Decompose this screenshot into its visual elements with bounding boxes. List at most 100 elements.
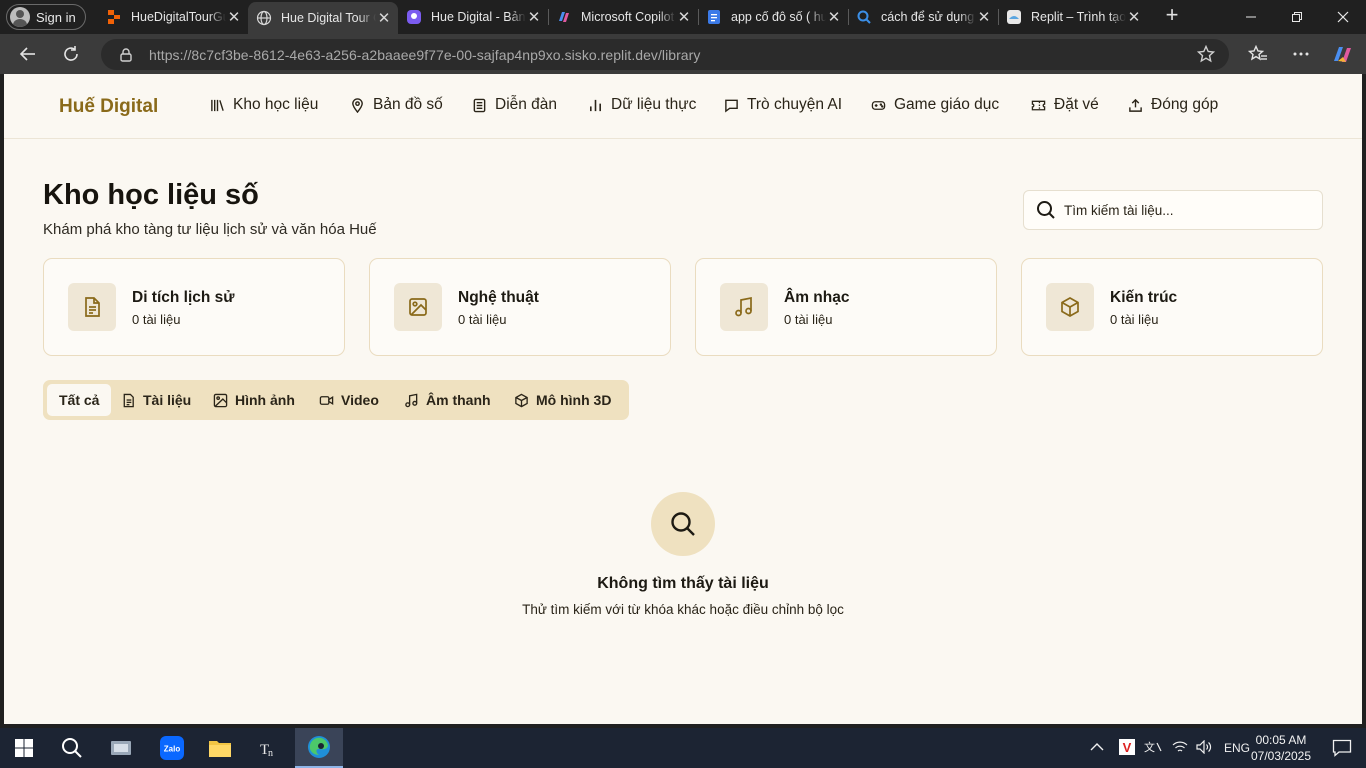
notification-center-icon[interactable] xyxy=(1318,728,1366,768)
tray-overflow-chevron-icon[interactable] xyxy=(1090,741,1104,755)
url-path: /library xyxy=(657,46,701,63)
start-button[interactable] xyxy=(0,728,48,768)
tab-title: Hue Digital - Bản đồ số xyxy=(431,10,526,24)
filter-tab-audio[interactable]: Âm thanh xyxy=(404,384,491,416)
nav-ban-do-so[interactable]: Bản đồ số xyxy=(350,96,443,114)
vietkey-icon[interactable]: V xyxy=(1118,738,1136,759)
ticket-icon xyxy=(1031,100,1046,110)
browser-tab-4[interactable]: app cố đô số ( hướng dẫn ) ✕ xyxy=(698,2,848,32)
browser-tab-6[interactable]: Replit – Trình tạo ứng dụng ✕ xyxy=(998,2,1148,32)
language-indicator[interactable]: ENG xyxy=(1224,741,1250,755)
address-bar[interactable]: https://8c7cf3be-8612-4e63-a256-a2baaee9… xyxy=(101,39,1229,70)
close-tab-icon[interactable]: ✕ xyxy=(976,8,992,26)
close-tab-icon[interactable]: ✕ xyxy=(1126,8,1142,26)
taskbar-clock[interactable]: 00:05 AM 07/03/2025 xyxy=(1250,732,1312,764)
globe-icon xyxy=(256,10,272,26)
search-input[interactable] xyxy=(1064,202,1314,218)
restore-button[interactable] xyxy=(1274,0,1320,34)
browser-tab-3[interactable]: Microsoft Copilot ✕ xyxy=(548,2,698,32)
task-view-icon[interactable] xyxy=(98,728,146,768)
category-card-nghe-thuat[interactable]: Nghệ thuật 0 tài liệu xyxy=(369,258,671,356)
back-button[interactable] xyxy=(15,42,41,66)
edge-taskbar-icon[interactable] xyxy=(295,728,343,768)
nav-dong-gop[interactable]: Đóng góp xyxy=(1128,96,1218,114)
nav-label: Kho học liệu xyxy=(233,96,319,113)
site-info-icon[interactable] xyxy=(118,47,134,63)
windows-taskbar: Zalo Tn V 文 ENG 00:05 AM 07/03/2025 xyxy=(0,728,1366,768)
filter-tab-images[interactable]: Hình ảnh xyxy=(213,384,295,416)
category-card-am-nhac[interactable]: Âm nhạc 0 tài liệu xyxy=(695,258,997,356)
image-icon xyxy=(213,393,228,407)
wifi-icon[interactable] xyxy=(1172,740,1188,757)
category-count: 0 tài liệu xyxy=(1110,312,1159,327)
close-tab-icon[interactable]: ✕ xyxy=(826,8,842,26)
copilot-sidebar-icon[interactable] xyxy=(1330,42,1356,66)
browser-tab-0[interactable]: HueDigitalTourGuide ✕ xyxy=(98,2,248,32)
nav-dien-dan[interactable]: Diễn đàn xyxy=(472,96,557,114)
zalo-app-icon[interactable]: Zalo xyxy=(148,728,196,768)
replit-orange-icon xyxy=(106,9,122,25)
nav-du-lieu-thuc[interactable]: Dữ liệu thực xyxy=(588,96,696,114)
refresh-button[interactable] xyxy=(58,42,84,66)
favorite-star-icon[interactable] xyxy=(1196,44,1216,68)
close-tab-icon[interactable]: ✕ xyxy=(376,9,392,27)
library-icon xyxy=(211,99,224,111)
upload-icon xyxy=(1129,98,1142,112)
filter-label: Tất cả xyxy=(59,392,100,408)
music-icon xyxy=(405,393,418,407)
close-tab-icon[interactable]: ✕ xyxy=(226,8,242,26)
document-icon xyxy=(68,283,116,331)
more-menu-icon[interactable] xyxy=(1288,42,1314,66)
filter-tab-video[interactable]: Video xyxy=(319,384,379,416)
category-card-kien-truc[interactable]: Kiến trúc 0 tài liệu xyxy=(1021,258,1323,356)
site-logo[interactable]: Huế Digital xyxy=(59,96,158,118)
input-method-icon[interactable]: 文 xyxy=(1144,739,1162,758)
file-explorer-icon[interactable] xyxy=(196,728,244,768)
browser-tab-5[interactable]: cách để sử dụng replit ✕ xyxy=(848,2,998,32)
tab-title: Microsoft Copilot xyxy=(581,10,675,24)
empty-state-search-icon xyxy=(651,492,715,556)
new-tab-button[interactable]: + xyxy=(1160,4,1184,28)
close-tab-icon[interactable]: ✕ xyxy=(676,8,692,26)
nav-label: Đặt vé xyxy=(1054,96,1099,113)
svg-text:V: V xyxy=(1123,740,1132,755)
minimize-button[interactable] xyxy=(1228,0,1274,34)
empty-state-subtitle: Thử tìm kiếm với từ khóa khác hoặc điều … xyxy=(522,602,844,617)
tab-title: Replit – Trình tạo ứng dụng xyxy=(1031,10,1126,24)
nav-label: Đóng góp xyxy=(1151,96,1219,113)
page-subtitle: Khám phá kho tàng tư liệu lịch sử và văn… xyxy=(43,221,377,238)
favorites-icon[interactable] xyxy=(1245,42,1271,66)
sign-in-button[interactable]: Sign in xyxy=(6,4,86,30)
media-filter-tabs: Tất cả Tài liệu Hình ảnh Video Âm thanh … xyxy=(43,380,629,420)
category-name: Nghệ thuật xyxy=(458,289,539,306)
gamepad-icon xyxy=(871,100,886,110)
close-window-button[interactable] xyxy=(1320,0,1366,34)
filter-tab-documents[interactable]: Tài liệu xyxy=(121,384,191,416)
typing-app-icon[interactable]: Tn xyxy=(244,728,292,768)
taskbar-search-icon[interactable] xyxy=(48,728,96,768)
profile-avatar-icon xyxy=(10,7,30,27)
nav-dat-ve[interactable]: Đặt vé xyxy=(1031,96,1099,114)
system-tray: V 文 ENG xyxy=(1090,728,1250,768)
filter-label: Video xyxy=(341,392,379,408)
app-purple-icon xyxy=(406,9,422,25)
nav-kho-hoc-lieu[interactable]: Kho học liệu xyxy=(210,96,318,114)
filter-tab-all[interactable]: Tất cả xyxy=(47,384,112,416)
browser-tab-2[interactable]: Hue Digital - Bản đồ số ✕ xyxy=(398,2,548,32)
close-tab-icon[interactable]: ✕ xyxy=(526,8,542,26)
nav-game-giao-duc[interactable]: Game giáo dục xyxy=(871,96,999,114)
volume-icon[interactable] xyxy=(1196,739,1212,757)
browser-tab-1[interactable]: Hue Digital Tour Guide ✕ xyxy=(248,2,398,34)
category-card-di-tich[interactable]: Di tích lịch sử 0 tài liệu xyxy=(43,258,345,356)
cube-icon xyxy=(515,393,528,407)
image-icon xyxy=(394,283,442,331)
tab-title: Hue Digital Tour Guide xyxy=(281,11,376,25)
library-search xyxy=(1023,190,1323,230)
empty-state-title: Không tìm thấy tài liệu xyxy=(597,575,769,592)
category-count: 0 tài liệu xyxy=(132,312,181,327)
nav-tro-chuyen-ai[interactable]: Trò chuyện AI xyxy=(724,96,842,114)
map-pin-icon xyxy=(352,97,363,113)
category-name: Âm nhạc xyxy=(784,289,850,306)
clock-time: 00:05 AM xyxy=(1255,733,1307,747)
filter-tab-3d-model[interactable]: Mô hình 3D xyxy=(514,384,611,416)
